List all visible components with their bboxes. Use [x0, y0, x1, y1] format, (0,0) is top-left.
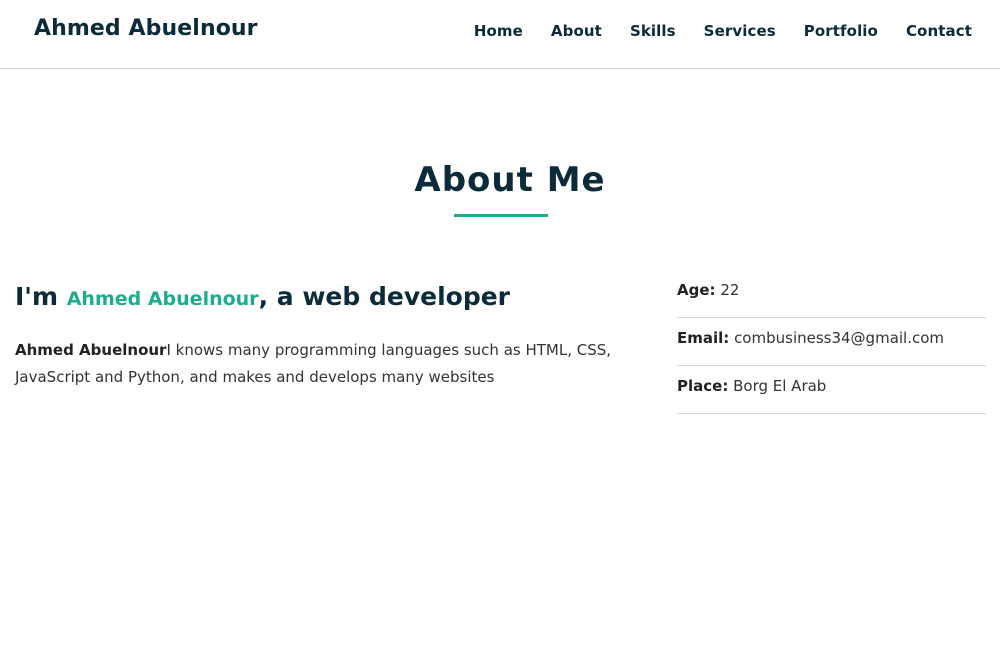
nav-item-skills: Skills [630, 21, 676, 40]
title-underline [454, 214, 548, 217]
intro-heading-prefix: I'm [15, 282, 67, 311]
nav-item-services: Services [704, 21, 776, 40]
nav-menu: Home About Skills Services Portfolio Con… [474, 21, 972, 40]
info-label-place: Place: [677, 377, 729, 395]
nav-link-about[interactable]: About [551, 22, 602, 40]
intro-paragraph-name: Ahmed Abuelnour [15, 341, 167, 359]
section-title: About Me [414, 160, 606, 200]
intro-heading-suffix: , a web developer [258, 282, 511, 311]
nav-item-about: About [551, 21, 602, 40]
nav-link-contact[interactable]: Contact [906, 22, 972, 40]
brand-logo[interactable]: Ahmed Abuelnour [34, 16, 258, 41]
nav-link-home[interactable]: Home [474, 22, 523, 40]
info-value-age: 22 [720, 281, 740, 299]
info-list: Age: 22 Email: combusiness34@gmail.com P… [677, 270, 986, 414]
intro-heading: I'm Ahmed Abuelnour, a web developer [15, 282, 510, 311]
intro-paragraph: Ahmed AbuelnourI knows many programming … [15, 337, 625, 391]
info-value-place: Borg El Arab [733, 377, 827, 395]
nav-item-portfolio: Portfolio [804, 21, 878, 40]
info-item-age: Age: 22 [677, 270, 986, 318]
info-label-age: Age: [677, 281, 716, 299]
info-value-email: combusiness34@gmail.com [734, 329, 945, 347]
nav-item-home: Home [474, 21, 523, 40]
nav-link-skills[interactable]: Skills [630, 22, 676, 40]
nav-item-contact: Contact [906, 21, 972, 40]
navbar: Ahmed Abuelnour Home About Skills Servic… [0, 0, 1000, 69]
intro-heading-name: Ahmed Abuelnour [66, 288, 259, 310]
info-label-email: Email: [677, 329, 730, 347]
info-item-place: Place: Borg El Arab [677, 366, 986, 414]
info-item-email: Email: combusiness34@gmail.com [677, 318, 986, 366]
nav-link-services[interactable]: Services [704, 22, 776, 40]
nav-link-portfolio[interactable]: Portfolio [804, 22, 878, 40]
